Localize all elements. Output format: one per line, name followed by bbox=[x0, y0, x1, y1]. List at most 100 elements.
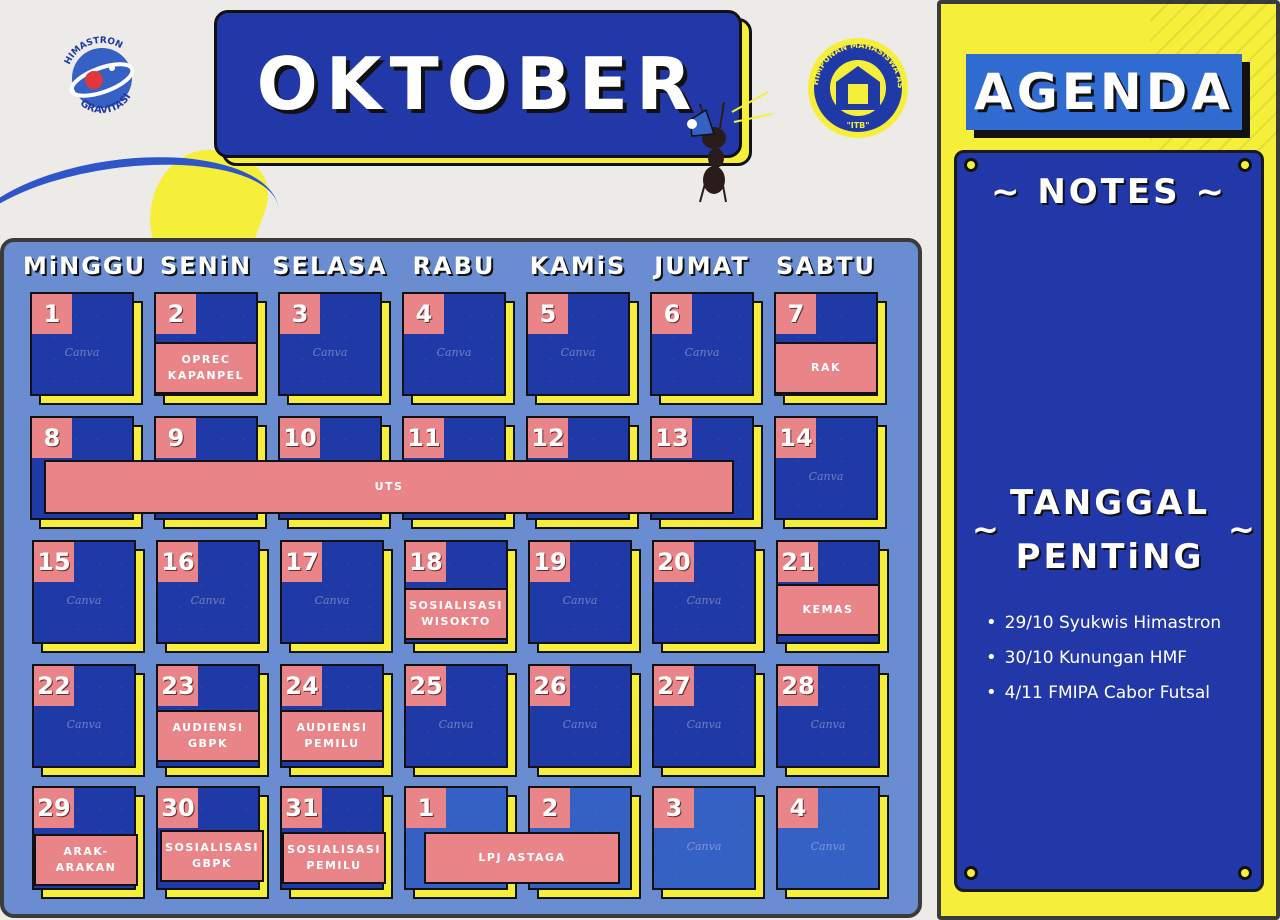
day-number: 22 bbox=[34, 666, 74, 706]
day-header: MiNGGU bbox=[23, 252, 147, 280]
list-item: 4/11 FMIPA Cabor Futsal bbox=[986, 682, 1258, 703]
day-cell[interactable]: 17 Canva bbox=[280, 540, 384, 644]
day-number: 13 bbox=[652, 418, 692, 458]
event-sosialisasi-gbpk[interactable]: SOSiALiSASi GBPK bbox=[160, 830, 264, 882]
event-audiensi-pemilu[interactable]: AUDiENSi PEMiLU bbox=[280, 710, 384, 762]
day-number: 3 bbox=[280, 294, 320, 334]
canva-watermark: Canva bbox=[312, 346, 348, 359]
pin-icon bbox=[964, 158, 978, 172]
canva-watermark: Canva bbox=[66, 718, 102, 731]
canva-watermark: Canva bbox=[686, 840, 722, 853]
day-cell[interactable]: 3 Canva bbox=[278, 292, 382, 396]
day-cell[interactable]: 28 Canva bbox=[776, 664, 880, 768]
day-cell[interactable]: 6 Canva bbox=[650, 292, 754, 396]
event-audiensi-gbpk[interactable]: AUDiENSi GBPK bbox=[156, 710, 260, 762]
day-cell[interactable]: 22 Canva bbox=[32, 664, 136, 768]
canva-watermark: Canva bbox=[436, 346, 472, 359]
agenda-title: AGENDA bbox=[966, 54, 1242, 130]
day-number: 20 bbox=[654, 542, 694, 582]
day-cell[interactable]: 5 Canva bbox=[526, 292, 630, 396]
canva-watermark: Canva bbox=[684, 346, 720, 359]
day-cell[interactable]: 20 Canva bbox=[652, 540, 756, 644]
canva-watermark: Canva bbox=[64, 346, 100, 359]
day-cell[interactable]: 26 Canva bbox=[528, 664, 632, 768]
day-cell[interactable]: 25 Canva bbox=[404, 664, 508, 768]
day-cell[interactable]: 3 Canva bbox=[652, 786, 756, 890]
important-dates-list: 29/10 Syukwis Himastron 30/10 Kunungan H… bbox=[986, 612, 1258, 717]
canva-watermark: Canva bbox=[66, 594, 102, 607]
event-sosialisasi-pemilu[interactable]: SOSiALiSASi PEMiLU bbox=[282, 832, 386, 884]
day-number: 28 bbox=[778, 666, 818, 706]
day-cell[interactable]: 19 Canva bbox=[528, 540, 632, 644]
important-dates-heading: TANGGAL PENTiNG bbox=[990, 476, 1230, 585]
day-number: 1 bbox=[406, 788, 446, 828]
event-uts[interactable]: UTS bbox=[44, 460, 734, 514]
day-number: 19 bbox=[530, 542, 570, 582]
day-cell[interactable]: 4 Canva bbox=[402, 292, 506, 396]
day-number: 29 bbox=[34, 788, 74, 828]
day-number: 10 bbox=[280, 418, 320, 458]
day-number: 27 bbox=[654, 666, 694, 706]
ant-mascot-icon bbox=[687, 91, 773, 203]
day-cell[interactable]: 15 Canva bbox=[32, 540, 136, 644]
canva-watermark: Canva bbox=[562, 594, 598, 607]
day-header: SENiN bbox=[159, 252, 253, 280]
canva-watermark: Canva bbox=[562, 718, 598, 731]
day-number: 25 bbox=[406, 666, 446, 706]
day-number: 12 bbox=[528, 418, 568, 458]
day-header: SELASA bbox=[272, 252, 388, 280]
canva-watermark: Canva bbox=[190, 594, 226, 607]
day-number: 2 bbox=[156, 294, 196, 334]
pin-icon bbox=[964, 866, 978, 880]
day-number: 14 bbox=[776, 418, 816, 458]
important-heading-line1: TANGGAL bbox=[1009, 483, 1211, 523]
day-header: SABTU bbox=[775, 252, 876, 280]
day-number: 26 bbox=[530, 666, 570, 706]
day-number: 9 bbox=[156, 418, 196, 458]
day-cell[interactable]: 16 Canva bbox=[156, 540, 260, 644]
event-oprec-kapanpel[interactable]: OPREC KAPANPEL bbox=[154, 342, 258, 394]
day-number: 8 bbox=[32, 418, 72, 458]
event-arak-arakan[interactable]: ARAK- ARAKAN bbox=[34, 834, 138, 886]
list-item: 30/10 Kunungan HMF bbox=[986, 647, 1258, 668]
day-number: 4 bbox=[778, 788, 818, 828]
day-number: 2 bbox=[530, 788, 570, 828]
canva-watermark: Canva bbox=[560, 346, 596, 359]
day-number: 31 bbox=[282, 788, 322, 828]
month-title: OKTOBER bbox=[256, 42, 700, 126]
day-number: 16 bbox=[158, 542, 198, 582]
day-cell[interactable]: 14 Canva bbox=[774, 416, 878, 520]
day-number: 18 bbox=[406, 542, 446, 582]
day-number: 23 bbox=[158, 666, 198, 706]
event-lpj-astaga[interactable]: LPJ ASTAGA bbox=[424, 832, 620, 884]
day-header: RABU bbox=[412, 252, 496, 280]
day-number: 21 bbox=[778, 542, 818, 582]
canva-watermark: Canva bbox=[438, 718, 474, 731]
event-kemas[interactable]: KEMAS bbox=[776, 584, 880, 636]
day-number: 1 bbox=[32, 294, 72, 334]
canva-watermark: Canva bbox=[810, 718, 846, 731]
day-cell[interactable]: 4 Canva bbox=[776, 786, 880, 890]
day-number: 4 bbox=[404, 294, 444, 334]
important-heading-line2: PENTiNG bbox=[1015, 537, 1205, 578]
list-item: 29/10 Syukwis Himastron bbox=[986, 612, 1258, 633]
notes-heading: ~ NOTES ~ bbox=[991, 172, 1227, 212]
day-cell[interactable]: 27 Canva bbox=[652, 664, 756, 768]
day-number: 30 bbox=[158, 788, 198, 828]
day-header: KAMiS bbox=[529, 252, 627, 280]
tilde-right: ~ bbox=[1228, 510, 1255, 548]
canva-watermark: Canva bbox=[686, 594, 722, 607]
pin-icon bbox=[1238, 866, 1252, 880]
astronomi-itb-logo: HIMPUNAN MAHASISWA ASTRONOMI "ITB" bbox=[806, 36, 908, 138]
event-rak[interactable]: RAK bbox=[774, 342, 878, 394]
canva-watermark: Canva bbox=[314, 594, 350, 607]
day-number: 5 bbox=[528, 294, 568, 334]
day-header: JUMAT bbox=[654, 252, 750, 280]
day-number: 15 bbox=[34, 542, 74, 582]
canva-watermark: Canva bbox=[686, 718, 722, 731]
pin-icon bbox=[1238, 158, 1252, 172]
day-number: 6 bbox=[652, 294, 692, 334]
event-sosialisasi-wisokto[interactable]: SOSiALiSASi WiSOKTO bbox=[404, 588, 508, 640]
day-cell[interactable]: 1 Canva bbox=[30, 292, 134, 396]
canva-watermark: Canva bbox=[808, 470, 844, 483]
